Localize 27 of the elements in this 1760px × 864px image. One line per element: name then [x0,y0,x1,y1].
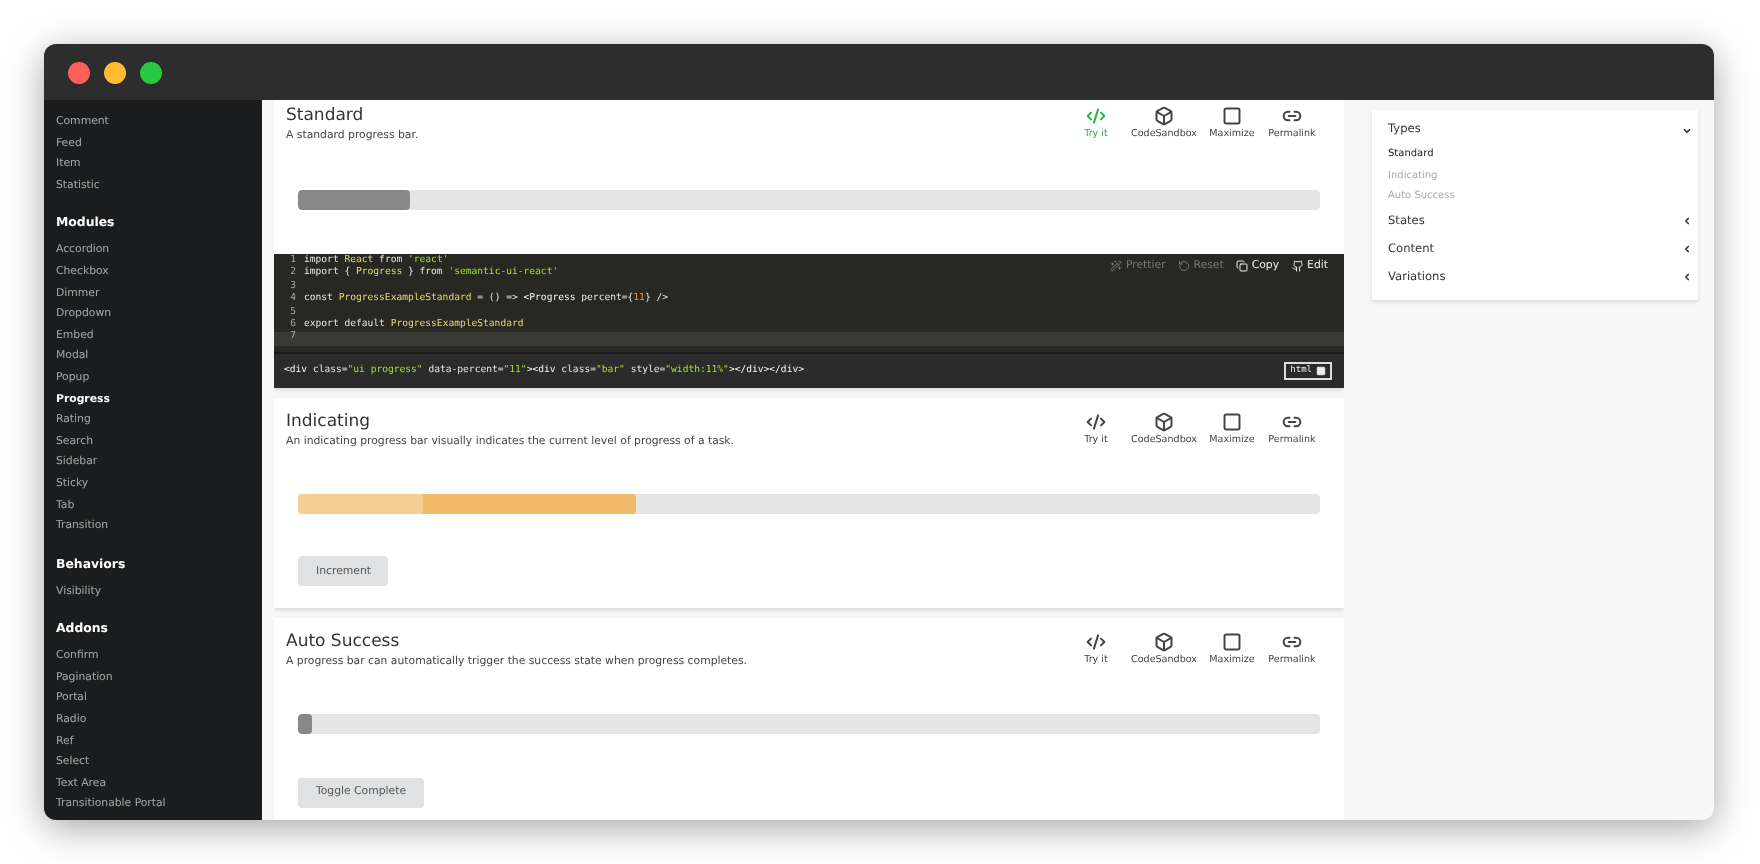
reset-icon [1177,260,1190,272]
example-title: Indicating [286,411,373,434]
code-icon [1086,632,1106,653]
code-icon [1086,411,1106,432]
github-icon [1291,260,1304,272]
sandbox-icon [1154,632,1174,653]
zoom-button[interactable] [140,61,162,83]
link-icon [1282,632,1302,653]
minimize-button[interactable] [104,61,126,83]
close-button[interactable] [68,61,90,83]
link-icon [1282,411,1302,432]
caret-left-icon [1682,216,1692,227]
code-icon [1086,106,1106,126]
sandbox-icon [1154,411,1174,432]
maximize-icon [1222,106,1242,126]
link-icon [1282,106,1302,126]
caret-left-icon [1682,272,1692,283]
square-icon [1316,365,1326,376]
copy-icon [1235,260,1248,272]
caret-down-icon [1682,125,1692,135]
example-title: Auto Success [286,632,402,655]
wand-icon [1109,260,1122,272]
maximize-icon [1222,632,1242,653]
sandbox-icon [1154,106,1174,126]
caret-left-icon [1682,244,1692,255]
example-title: Standard [286,106,366,128]
maximize-icon [1222,411,1242,432]
